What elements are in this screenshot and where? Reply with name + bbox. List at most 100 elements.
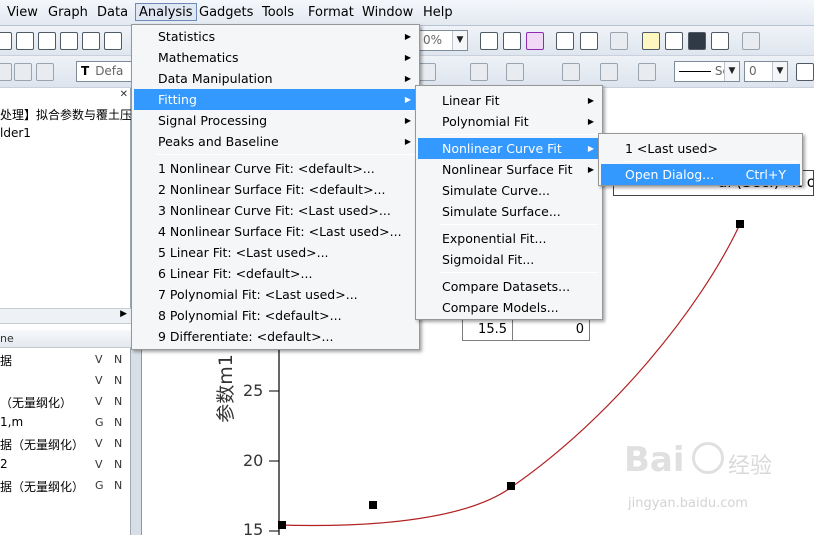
list-item[interactable]: 据（无量纲化） V N <box>0 434 131 455</box>
line-style-combo[interactable]: Sc ▼ <box>674 61 740 82</box>
menu-item-mathematics[interactable]: Mathematics ▶ <box>134 47 417 68</box>
print-icon[interactable] <box>480 32 498 50</box>
menu-item-recent-6[interactable]: 6 Linear Fit: <default>... <box>134 263 417 284</box>
submenu-arrow-icon: ▶ <box>404 116 411 125</box>
menu-item-open-dialog[interactable]: Open Dialog... Ctrl+Y <box>601 164 800 185</box>
presentation-icon[interactable] <box>503 32 521 50</box>
list-item[interactable]: 据 V N <box>0 350 131 371</box>
menu-item-recent-8[interactable]: 8 Polynomial Fit: <default>... <box>134 305 417 326</box>
notes-icon[interactable] <box>556 32 574 50</box>
list-item[interactable]: V N <box>0 371 131 392</box>
menu-item-recent-1[interactable]: 1 Nonlinear Curve Fit: <default>... <box>134 158 417 179</box>
menu-item-linear-fit[interactable]: Linear Fit ▶ <box>418 90 600 111</box>
line-width-combo[interactable]: 0 ▼ <box>744 61 788 82</box>
menu-item-recent-9[interactable]: 9 Differentiate: <default>... <box>134 326 417 347</box>
menu-item-statistics[interactable]: Statistics ▶ <box>134 26 417 47</box>
menu-item-polynomial-fit[interactable]: Polynomial Fit ▶ <box>418 111 600 132</box>
font-color-icon[interactable] <box>506 63 524 81</box>
new-worksheet-icon[interactable] <box>38 32 56 50</box>
chevron-down-icon[interactable]: ▼ <box>452 31 467 50</box>
copy-page-icon[interactable] <box>526 32 544 50</box>
menu-item-simulate-surface[interactable]: Simulate Surface... <box>418 201 600 222</box>
box-icon[interactable] <box>796 63 814 81</box>
item-type: V <box>95 374 103 387</box>
font-combo[interactable]: T Defa <box>76 61 136 82</box>
item-type: V <box>95 395 103 408</box>
command-window-icon[interactable] <box>688 32 706 50</box>
line-width-value: 0 <box>749 64 757 78</box>
menu-format[interactable]: Format <box>305 4 357 22</box>
menu-item-data-manipulation[interactable]: Data Manipulation ▶ <box>134 68 417 89</box>
script-window-icon[interactable] <box>665 32 683 50</box>
zoom-value: 0% <box>423 33 443 47</box>
list-item[interactable]: 据（无量纲化） G N <box>0 476 131 497</box>
results-log-icon[interactable] <box>642 32 660 50</box>
symbol-color-icon[interactable] <box>638 63 656 81</box>
item-type: V <box>95 353 103 366</box>
chevron-down-icon[interactable]: ▼ <box>724 62 739 81</box>
menu-item-label: Mathematics <box>158 50 239 65</box>
new-icon[interactable] <box>0 32 12 50</box>
new-function-icon[interactable] <box>104 32 122 50</box>
menu-item-sigmoidal-fit[interactable]: Sigmoidal Fit... <box>418 249 600 270</box>
submenu-arrow-icon: ▶ <box>404 74 411 83</box>
y-tick-label: 15 <box>243 520 264 539</box>
menu-item-recent-4[interactable]: 4 Nonlinear Surface Fit: <Last used>... <box>134 221 417 242</box>
column-header-name[interactable]: ne <box>0 332 14 345</box>
list-item[interactable]: 2 V N <box>0 455 131 476</box>
item-name: （无量纲化） <box>0 396 73 410</box>
new-project-icon[interactable] <box>16 32 34 50</box>
close-icon[interactable]: ✕ <box>120 89 128 100</box>
tool-icon[interactable] <box>0 63 12 81</box>
horizontal-scrollbar[interactable]: ▶ <box>0 308 131 324</box>
menu-window[interactable]: Window <box>359 4 416 22</box>
project-title[interactable]: 处理】拟合参数与覆土压 <box>0 106 132 123</box>
scroll-right-icon[interactable]: ▶ <box>120 309 127 319</box>
line-color-icon[interactable] <box>600 63 618 81</box>
watermark-brand: Bai <box>624 440 685 480</box>
menu-item-exponential-fit[interactable]: Exponential Fit... <box>418 228 600 249</box>
menu-graph[interactable]: Graph <box>45 4 91 22</box>
menu-data[interactable]: Data <box>94 4 131 22</box>
shortcut-label: Ctrl+Y <box>745 167 786 182</box>
menu-item-peaks-baseline[interactable]: Peaks and Baseline ▶ <box>134 131 417 152</box>
zoom-combo[interactable]: 0% ▼ <box>418 30 468 51</box>
menu-item-compare-datasets[interactable]: Compare Datasets... <box>418 276 600 297</box>
align-icon[interactable] <box>418 63 436 81</box>
menu-item-signal-processing[interactable]: Signal Processing ▶ <box>134 110 417 131</box>
add-column-icon[interactable] <box>742 32 760 50</box>
menu-item-simulate-curve[interactable]: Simulate Curve... <box>418 180 600 201</box>
menu-help[interactable]: Help <box>420 4 456 22</box>
code-builder-icon[interactable] <box>711 32 729 50</box>
menu-item-recent-2[interactable]: 2 Nonlinear Surface Fit: <default>... <box>134 179 417 200</box>
menu-item-last-used[interactable]: 1 <Last used> <box>601 138 800 159</box>
menu-item-label: Polynomial Fit <box>442 114 529 129</box>
menu-analysis[interactable]: Analysis <box>135 3 197 21</box>
pattern-icon[interactable] <box>470 63 488 81</box>
folder-item[interactable]: lder1 <box>0 126 31 140</box>
data-point <box>736 220 744 228</box>
menu-item-nonlinear-surface-fit[interactable]: Nonlinear Surface Fit ▶ <box>418 159 600 180</box>
menu-item-recent-5[interactable]: 5 Linear Fit: <Last used>... <box>134 242 417 263</box>
menu-item-label: 9 Differentiate: <default>... <box>158 329 334 344</box>
new-graph-icon[interactable] <box>60 32 78 50</box>
menu-item-fitting[interactable]: Fitting ▶ <box>134 89 417 110</box>
menu-item-label: Nonlinear Surface Fit <box>442 162 573 177</box>
item-state: N <box>114 437 123 450</box>
menu-item-compare-models[interactable]: Compare Models... <box>418 297 600 318</box>
new-matrix-icon[interactable] <box>82 32 100 50</box>
menu-item-recent-3[interactable]: 3 Nonlinear Curve Fit: <Last used>... <box>134 200 417 221</box>
menu-view[interactable]: View <box>4 4 41 22</box>
tool-icon[interactable] <box>36 63 54 81</box>
chevron-down-icon[interactable]: ▼ <box>772 62 787 81</box>
fill-color-icon[interactable] <box>562 63 580 81</box>
menu-tools[interactable]: Tools <box>259 4 297 22</box>
list-item[interactable]: （无量纲化） V N <box>0 392 131 413</box>
layout-icon[interactable] <box>580 32 598 50</box>
tool-icon[interactable] <box>14 63 32 81</box>
menu-item-recent-7[interactable]: 7 Polynomial Fit: <Last used>... <box>134 284 417 305</box>
menu-item-nonlinear-curve-fit[interactable]: Nonlinear Curve Fit ▶ <box>418 138 600 159</box>
project-explorer-icon[interactable] <box>610 32 628 50</box>
list-item[interactable]: 1,m G N <box>0 413 131 434</box>
menu-gadgets[interactable]: Gadgets <box>196 4 256 22</box>
